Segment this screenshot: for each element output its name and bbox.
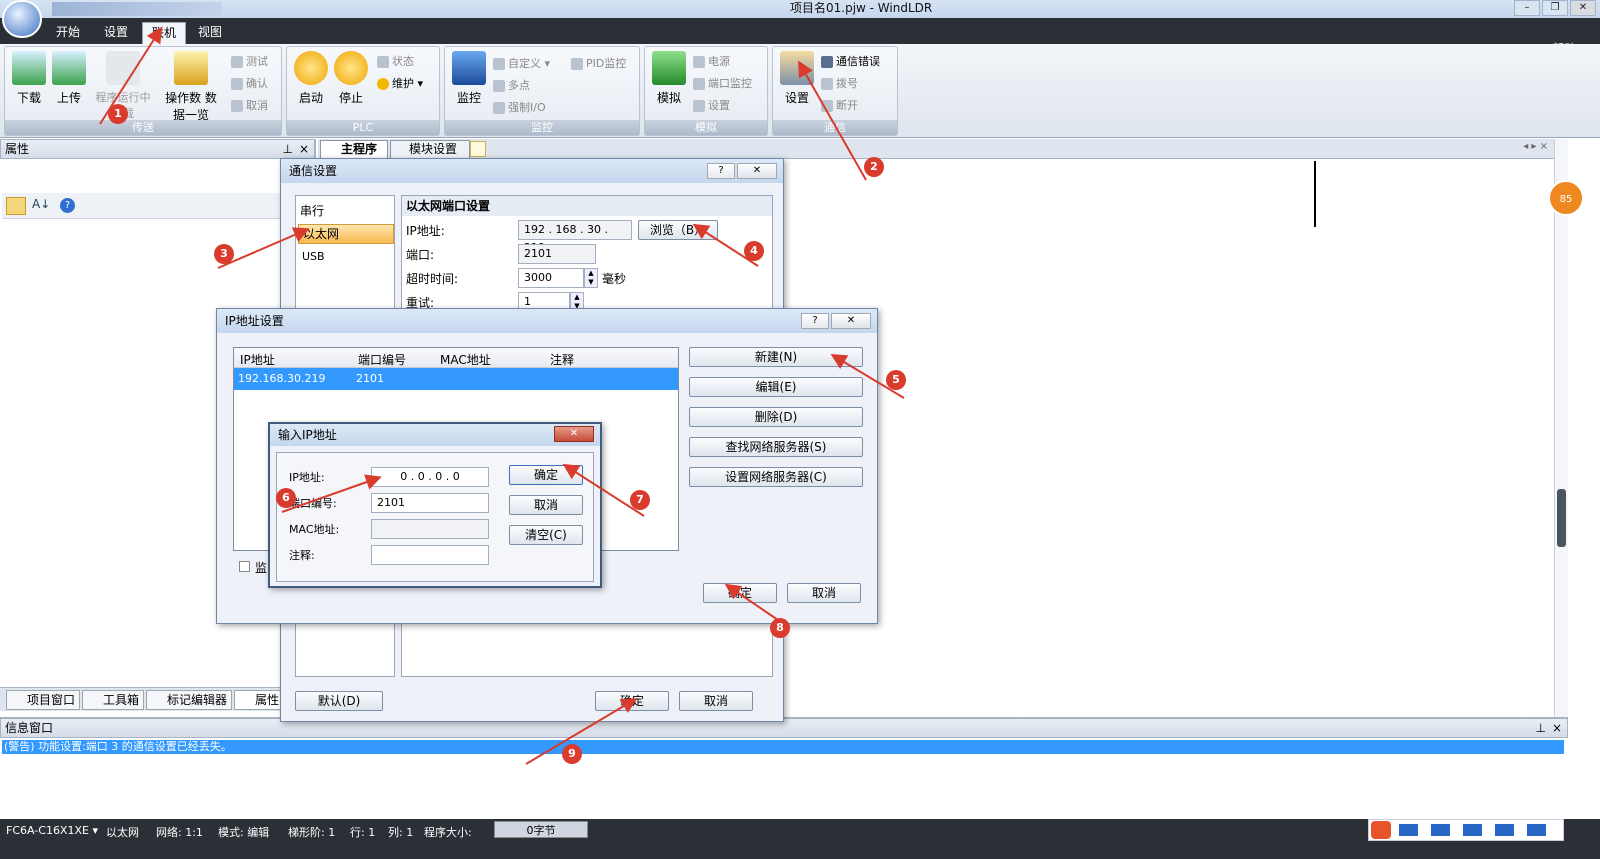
app-logo-icon[interactable] <box>2 0 42 38</box>
marker-1: 1 <box>108 104 128 124</box>
marker-2: 2 <box>864 157 884 177</box>
marker-9: 9 <box>562 744 582 764</box>
arrow-7 <box>562 463 645 517</box>
annotation-arrows <box>99 26 905 765</box>
marker-5: 5 <box>886 370 906 390</box>
marker-4: 4 <box>744 241 764 261</box>
arrow-6 <box>281 474 382 513</box>
arrow-2 <box>798 60 867 181</box>
marker-8: 8 <box>770 618 790 638</box>
marker-7: 7 <box>630 490 650 510</box>
marker-3: 3 <box>214 244 234 264</box>
marker-6: 6 <box>276 488 296 508</box>
arrow-8 <box>724 583 779 621</box>
